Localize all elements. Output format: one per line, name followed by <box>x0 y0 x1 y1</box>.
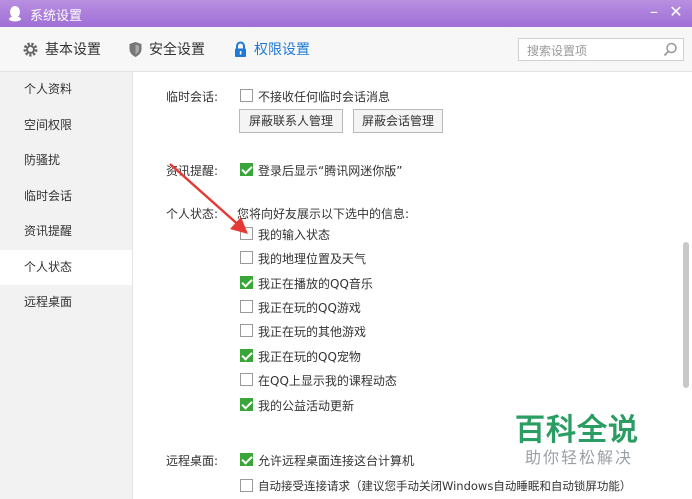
watermark-subtitle: 助你轻松解决 <box>525 448 634 467</box>
news-label: 资讯提醒: <box>166 164 219 178</box>
status-option-label: 在QQ上显示我的课程动态 <box>258 374 397 388</box>
tab-basic-settings[interactable]: 基本设置 <box>22 27 101 71</box>
status-option-label: 我的地理位置及天气 <box>258 252 367 266</box>
sidebar-item-anti-harassment[interactable]: 防骚扰 <box>0 143 132 178</box>
status-option-label: 我的公益活动更新 <box>258 399 355 413</box>
sidebar-item-news[interactable]: 资讯提醒 <box>0 214 132 249</box>
status-option-checkbox[interactable] <box>240 398 253 411</box>
sidebar-item-profile[interactable]: 个人资料 <box>0 72 132 107</box>
search-icon[interactable] <box>663 42 678 57</box>
tab-permission-settings[interactable]: 权限设置 <box>233 27 310 71</box>
show-mini-news-checkbox[interactable] <box>240 163 253 176</box>
block-contacts-button[interactable]: 屏蔽联系人管理 <box>239 109 343 133</box>
search-input[interactable] <box>525 41 659 60</box>
lock-icon <box>235 40 246 57</box>
tab-label: 基本设置 <box>45 42 101 58</box>
status-option-checkbox[interactable] <box>240 373 253 386</box>
auto-accept-label: 自动接受连接请求（建议您手动关闭Windows自动睡眠和自动锁屏功能） <box>258 479 632 493</box>
shield-icon <box>129 41 142 57</box>
block-sessions-button[interactable]: 屏蔽会话管理 <box>353 109 443 133</box>
show-mini-news-label: 登录后显示“腾讯网迷你版” <box>258 164 403 178</box>
tab-label: 权限设置 <box>254 42 310 58</box>
scrollbar-thumb[interactable] <box>683 242 689 388</box>
reject-temp-session-checkbox[interactable] <box>240 89 253 102</box>
status-label: 个人状态: <box>166 207 219 221</box>
status-option-checkbox[interactable] <box>240 349 253 362</box>
status-description: 您将向好友展示以下选中的信息: <box>237 207 410 221</box>
sidebar-item-remote-desktop[interactable]: 远程桌面 <box>0 285 132 320</box>
sidebar-item-temp-session[interactable]: 临时会话 <box>0 179 132 214</box>
status-option-label: 我正在玩的QQ游戏 <box>258 301 361 315</box>
watermark-title: 百科全说 <box>515 413 639 448</box>
status-option-checkbox[interactable] <box>240 227 253 240</box>
minimize-button[interactable]: – <box>646 2 662 22</box>
status-option-label: 我的输入状态 <box>258 228 331 242</box>
tab-label: 安全设置 <box>149 42 205 58</box>
remote-desktop-label: 远程桌面: <box>166 454 219 468</box>
window-title: 系统设置 <box>30 9 83 24</box>
penguin-icon <box>9 6 21 22</box>
status-option-checkbox[interactable] <box>240 276 253 289</box>
gear-icon <box>23 42 38 56</box>
auto-accept-checkbox[interactable] <box>240 479 253 492</box>
close-button[interactable]: ✕ <box>668 2 684 22</box>
status-option-label: 我正在玩的其他游戏 <box>258 325 367 339</box>
sidebar-item-space-permission[interactable]: 空间权限 <box>0 108 132 143</box>
sidebar-item-personal-status[interactable]: 个人状态 <box>0 250 132 285</box>
temp-session-label: 临时会话: <box>166 90 219 104</box>
title-bar: 系统设置 – ✕ <box>0 0 692 27</box>
search-box[interactable] <box>518 38 684 61</box>
status-option-checkbox[interactable] <box>240 300 253 313</box>
status-option-checkbox[interactable] <box>240 324 253 337</box>
tab-security-settings[interactable]: 安全设置 <box>128 27 205 71</box>
reject-temp-session-label: 不接收任何临时会话消息 <box>258 90 391 104</box>
sidebar: 个人资料 空间权限 防骚扰 临时会话 资讯提醒 个人状态 远程桌面 <box>0 72 133 499</box>
status-option-checkbox[interactable] <box>240 251 253 264</box>
status-option-label: 我正在播放的QQ音乐 <box>258 277 373 291</box>
allow-remote-label: 允许远程桌面连接这台计算机 <box>258 454 415 468</box>
allow-remote-checkbox[interactable] <box>240 453 253 466</box>
status-option-label: 我正在玩的QQ宠物 <box>258 350 361 364</box>
